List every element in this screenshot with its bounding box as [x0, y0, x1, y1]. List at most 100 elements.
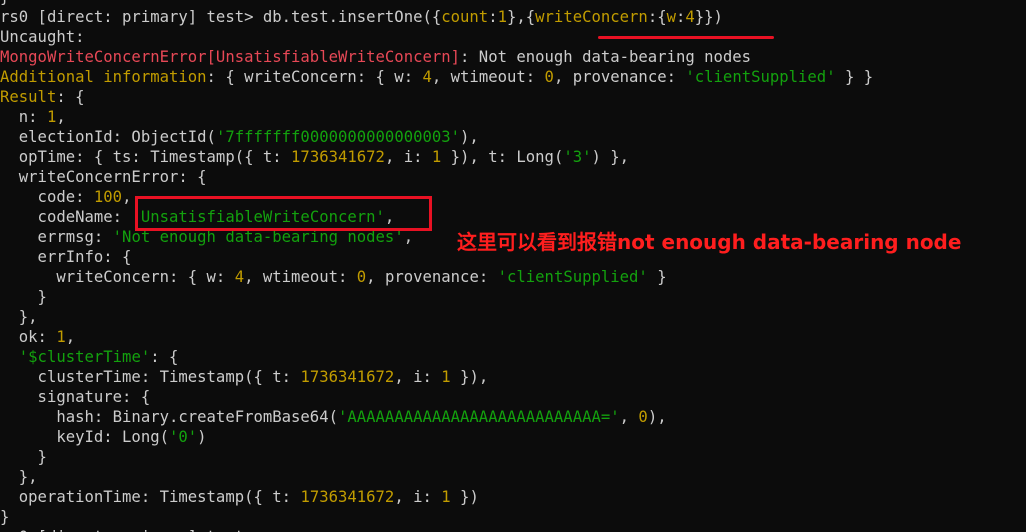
- terminal-text-segment: errInfo: {: [0, 248, 132, 266]
- terminal-text-segment: , i:: [394, 488, 442, 506]
- terminal-text-segment: 0: [638, 408, 648, 426]
- terminal-text-segment: signature: {: [0, 388, 151, 406]
- terminal-text-segment: 1: [56, 328, 66, 346]
- terminal-text-segment: writeConcern: { w:: [0, 268, 235, 286]
- terminal-text-segment: ,: [56, 108, 66, 126]
- terminal-text-segment: },{: [506, 8, 536, 26]
- terminal-text-segment: 1736341672: [300, 488, 395, 506]
- terminal-text-segment: , i:: [394, 368, 442, 386]
- terminal-text-segment: Result: [0, 88, 57, 106]
- terminal-text-segment: },: [0, 308, 38, 326]
- terminal-text-segment: :{: [647, 8, 667, 26]
- terminal-text-segment: ),: [460, 128, 479, 146]
- terminal-line: }: [0, 287, 1026, 307]
- terminal-text-segment: 1: [497, 8, 507, 26]
- terminal-text-segment: ),: [647, 408, 667, 426]
- terminal-text-segment: : {: [56, 88, 85, 106]
- terminal-text-segment: keyId: Long(: [0, 428, 169, 446]
- terminal-text-segment: }),: [450, 368, 489, 386]
- terminal-line: Additional information: { writeConcern: …: [0, 67, 1026, 87]
- terminal-text-segment: '3': [563, 148, 592, 166]
- terminal-text-segment: ) },: [591, 148, 630, 166]
- terminal-line: electionId: ObjectId('7fffffff0000000000…: [0, 127, 1026, 147]
- terminal-line: hash: Binary.createFromBase64('AAAAAAAAA…: [0, 407, 1026, 427]
- terminal-line: writeConcernError: {: [0, 167, 1026, 187]
- terminal-text-segment: clusterTime: Timestamp({ t:: [0, 368, 301, 386]
- terminal-line: writeConcern: { w: 4, wtimeout: 0, prove…: [0, 267, 1026, 287]
- terminal-text-segment: code:: [0, 188, 94, 206]
- terminal-text-segment: }: [647, 268, 667, 286]
- terminal-text-segment: Additional information: [0, 68, 207, 86]
- terminal-text-segment: errmsg:: [0, 228, 113, 246]
- terminal-text-segment: , provenance:: [553, 68, 686, 86]
- terminal-text-segment: ,: [619, 408, 639, 426]
- terminal-text-segment: 1: [441, 368, 451, 386]
- terminal-line: operationTime: Timestamp({ t: 1736341672…: [0, 487, 1026, 507]
- terminal-line: '$clusterTime': {: [0, 347, 1026, 367]
- terminal-text-segment: 1: [46, 108, 57, 126]
- terminal-text-segment: : {: [150, 348, 179, 366]
- terminal-text-segment: } }: [835, 68, 874, 86]
- scrolled-line-fragment: }: [0, 0, 1026, 6]
- annotation-highlight-box: [135, 196, 432, 231]
- terminal-text-segment: opTime: { ts: Timestamp({ t:: [0, 148, 292, 166]
- terminal-text-segment: 0: [544, 68, 554, 86]
- terminal-text-segment: 'clientSupplied': [497, 268, 648, 286]
- terminal-line: Result: {: [0, 87, 1026, 107]
- terminal-text-segment: count: [441, 8, 489, 26]
- terminal-line: opTime: { ts: Timestamp({ t: 1736341672,…: [0, 147, 1026, 167]
- terminal-text-segment: codeName:: [0, 208, 132, 226]
- terminal-text-segment: 1: [431, 148, 442, 166]
- terminal-text-segment: 0: [356, 268, 367, 286]
- terminal-line: Uncaught:: [0, 27, 1026, 47]
- terminal-text-segment: , wtimeout:: [431, 68, 545, 86]
- terminal-text-segment: , wtimeout:: [244, 268, 357, 286]
- terminal-window[interactable]: } rs0 [direct: primary] test> db.test.in…: [0, 0, 1026, 532]
- terminal-text-segment: Uncaught:: [0, 28, 85, 46]
- terminal-text-segment: 100: [93, 188, 123, 206]
- terminal-line: n: 1,: [0, 107, 1026, 127]
- terminal-text-segment: 'AAAAAAAAAAAAAAAAAAAAAAAAAAA=': [337, 408, 620, 426]
- terminal-text-segment: 4: [422, 68, 432, 86]
- terminal-text-segment: ): [197, 428, 207, 446]
- terminal-text-segment: }: [0, 508, 10, 526]
- terminal-text-segment: :: [676, 8, 686, 26]
- terminal-text-segment: 1736341672: [300, 368, 395, 386]
- terminal-line: rs0 [direct: primary] test>: [0, 527, 1026, 532]
- terminal-text-segment: writeConcernError: {: [0, 168, 207, 186]
- terminal-line: clusterTime: Timestamp({ t: 1736341672, …: [0, 367, 1026, 387]
- terminal-text-segment: }: [0, 288, 47, 306]
- terminal-text-segment: }), t: Long(: [441, 148, 564, 166]
- terminal-text-segment: writeConcern: [535, 8, 648, 26]
- terminal-line: MongoWriteConcernError[UnsatisfiableWrit…: [0, 47, 1026, 67]
- terminal-text-segment: }: [0, 448, 47, 466]
- terminal-text-segment: : Not enough data-bearing nodes: [460, 48, 752, 66]
- terminal-text-segment: rs0 [direct: primary] test> db.test.inse…: [0, 8, 442, 26]
- terminal-text-segment: 1: [441, 488, 451, 506]
- terminal-line: ok: 1,: [0, 327, 1026, 347]
- terminal-line: },: [0, 467, 1026, 487]
- terminal-text-segment: ,: [65, 328, 76, 346]
- terminal-text-segment: n:: [0, 108, 47, 126]
- terminal-line: }: [0, 507, 1026, 527]
- terminal-text-segment: 'clientSupplied': [685, 68, 836, 86]
- terminal-text-segment: },: [0, 468, 38, 486]
- terminal-text-segment: rs0 [direct: primary] test>: [0, 528, 253, 532]
- terminal-line: keyId: Long('0'): [0, 427, 1026, 447]
- terminal-text-segment: '7fffffff0000000000000003': [215, 128, 461, 146]
- terminal-text-segment: operationTime: Timestamp({ t:: [0, 488, 301, 506]
- terminal-text-segment: : { writeConcern: { w:: [206, 68, 423, 86]
- terminal-text-segment: hash: Binary.createFromBase64(: [0, 408, 338, 426]
- terminal-text-segment: electionId: ObjectId(: [0, 128, 216, 146]
- terminal-text-segment: }}): [694, 8, 723, 26]
- terminal-text-segment: 4: [234, 268, 245, 286]
- terminal-line: rs0 [direct: primary] test> db.test.inse…: [0, 7, 1026, 27]
- terminal-text-segment: w: [666, 8, 676, 26]
- terminal-text-segment: MongoWriteConcernError[UnsatisfiableWrit…: [0, 48, 461, 66]
- terminal-output: rs0 [direct: primary] test> db.test.inse…: [0, 7, 1026, 532]
- terminal-text-segment: 1736341672: [291, 148, 385, 166]
- terminal-text-segment: '0': [169, 428, 198, 446]
- annotation-underline: [598, 36, 774, 39]
- terminal-text-segment: ok:: [0, 328, 57, 346]
